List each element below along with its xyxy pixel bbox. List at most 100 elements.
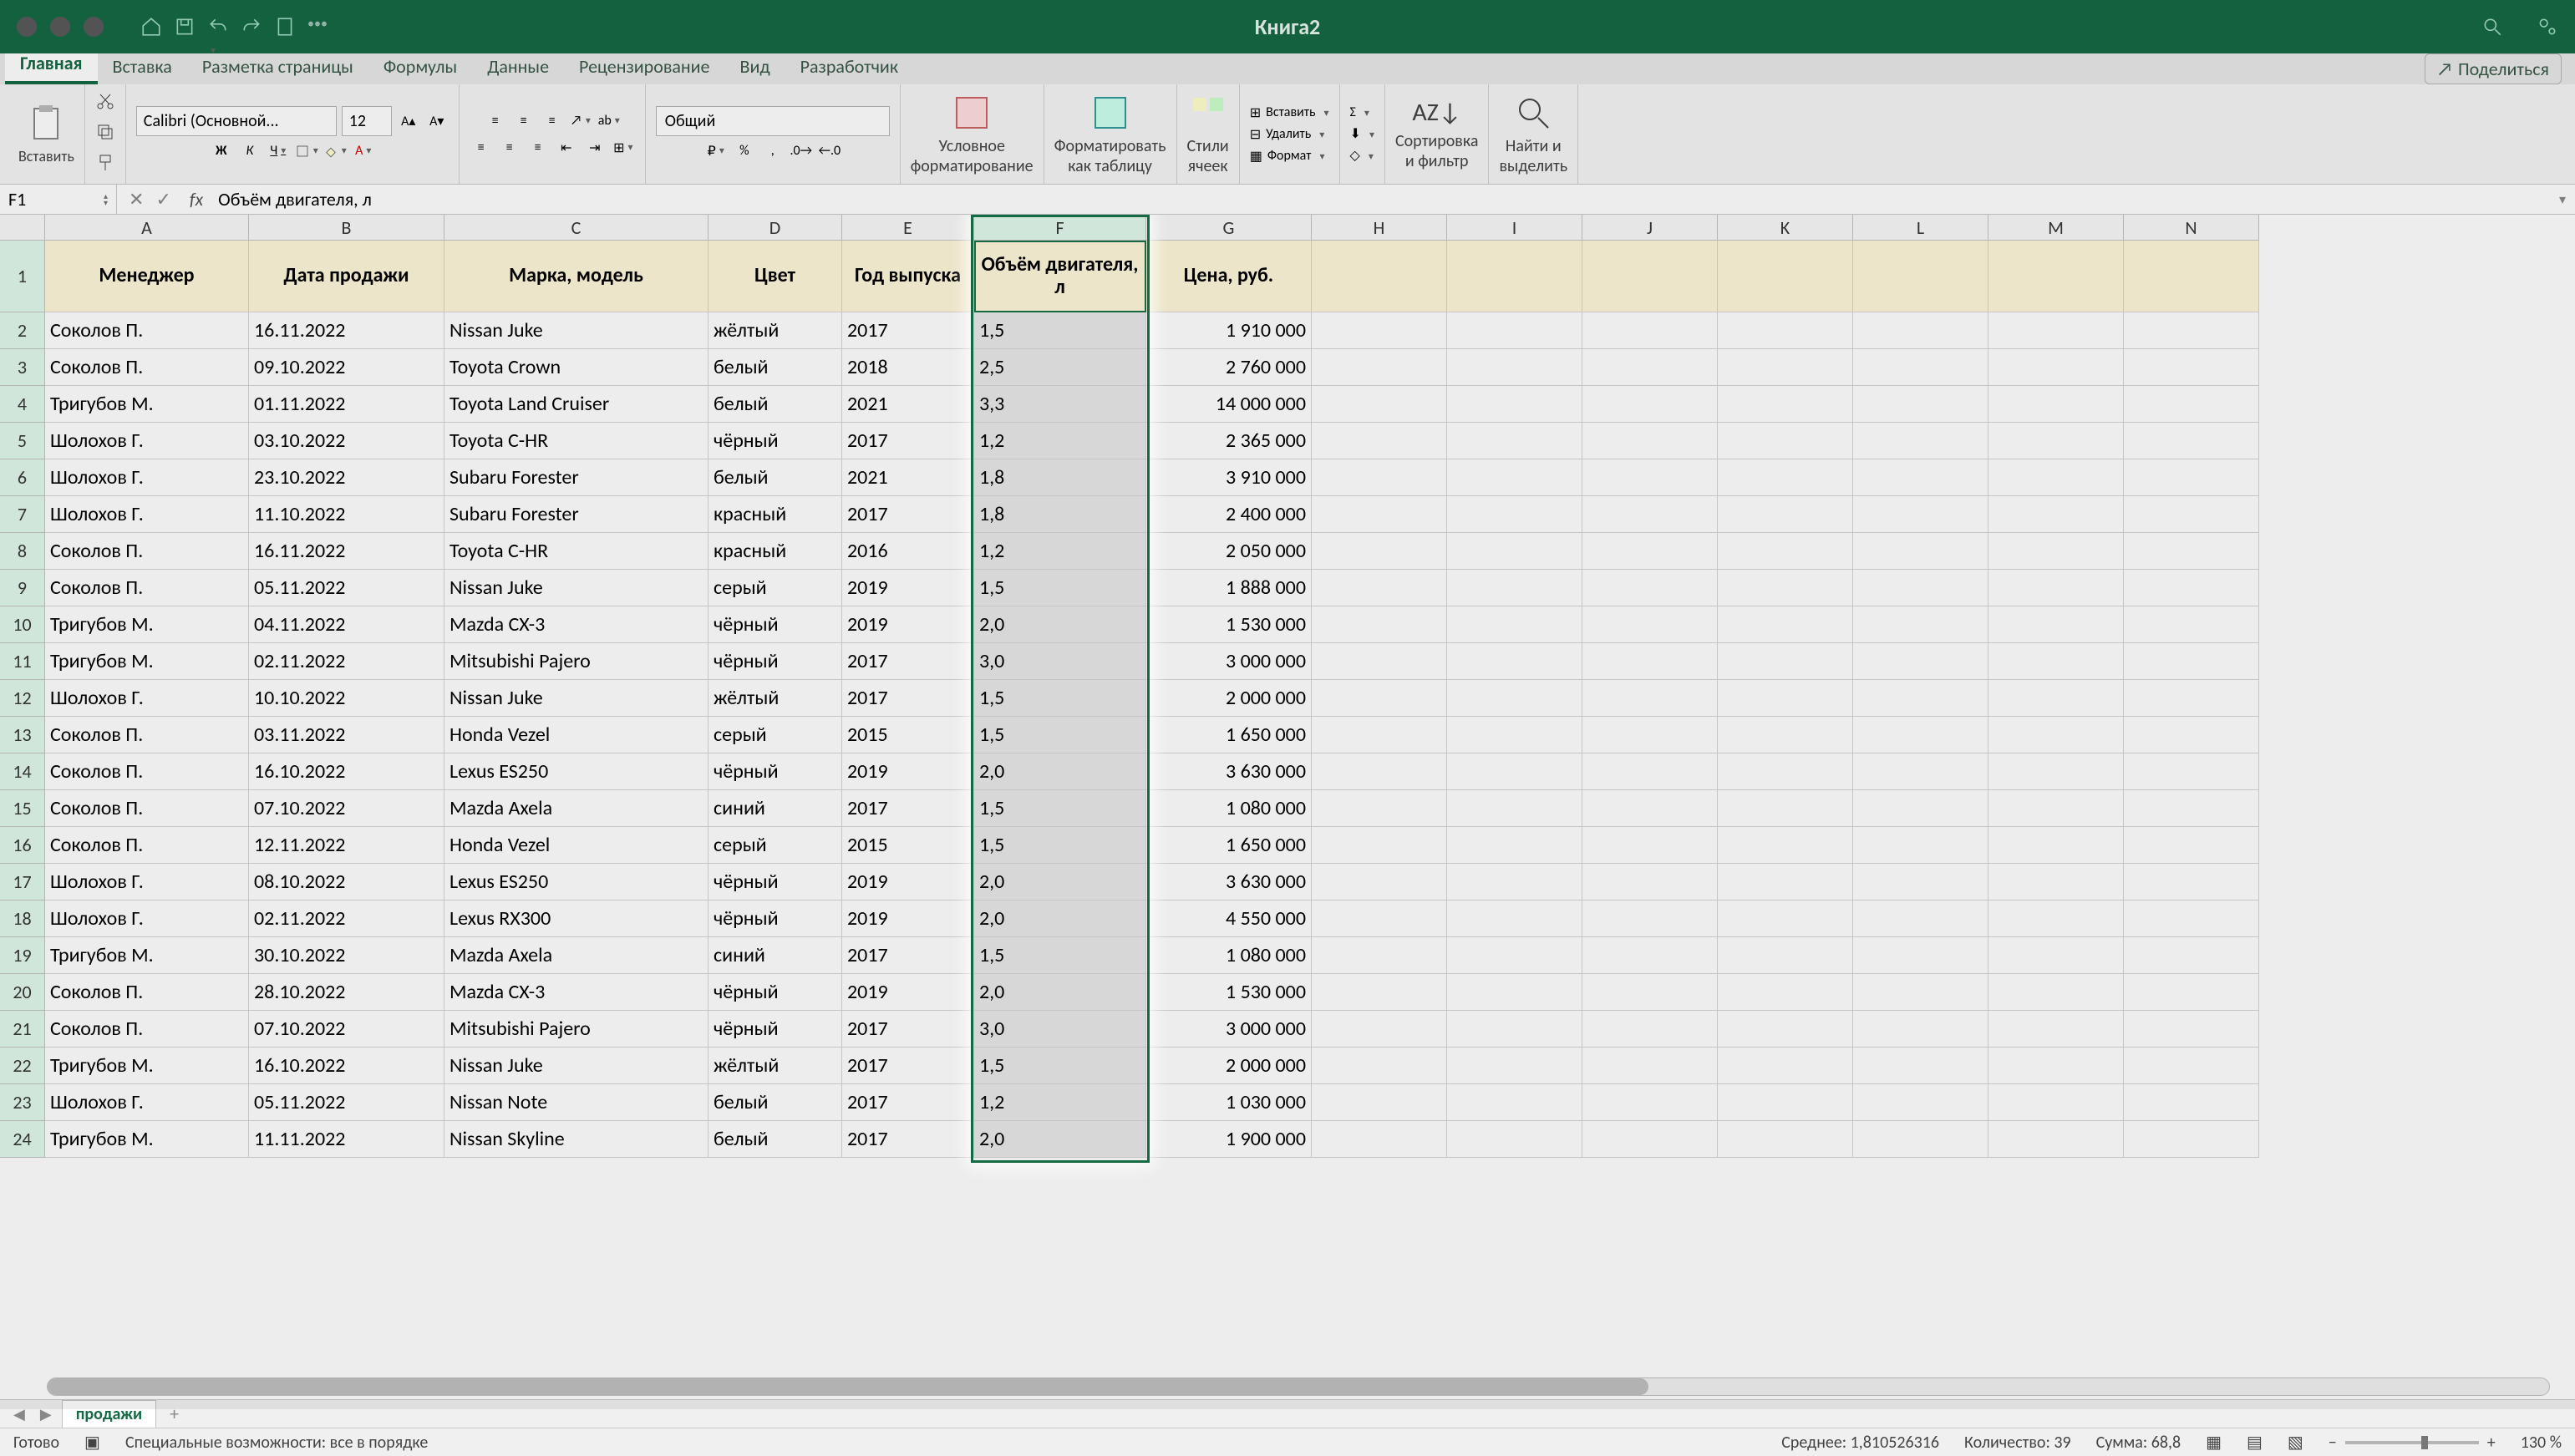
cell[interactable] (1447, 606, 1582, 643)
cell[interactable]: 2,0 (974, 753, 1146, 790)
cell[interactable] (1988, 827, 2124, 864)
copy-icon[interactable] (95, 122, 115, 146)
cell[interactable]: 1 530 000 (1146, 606, 1312, 643)
fill-button[interactable]: ⬇ (1350, 125, 1374, 142)
cell[interactable]: Mitsubishi Pajero (444, 643, 709, 680)
cell[interactable]: жёлтый (709, 1048, 842, 1084)
cell[interactable] (1853, 1121, 1988, 1158)
cell[interactable] (1853, 753, 1988, 790)
cell[interactable]: 3,3 (974, 386, 1146, 423)
cell[interactable] (1447, 349, 1582, 386)
cell[interactable]: 1,2 (974, 1084, 1146, 1121)
cell[interactable] (1582, 386, 1718, 423)
cell[interactable] (1312, 1011, 1447, 1048)
cell[interactable] (1988, 570, 2124, 606)
cell[interactable] (1988, 312, 2124, 349)
cell[interactable]: Honda Vezel (444, 717, 709, 753)
cell[interactable] (1312, 680, 1447, 717)
row-header-16[interactable]: 16 (0, 827, 45, 864)
cell[interactable] (1853, 937, 1988, 974)
cell[interactable] (1447, 1121, 1582, 1158)
cell[interactable] (2124, 790, 2259, 827)
cell[interactable]: Шолохов Г. (45, 1084, 249, 1121)
cell[interactable] (1718, 974, 1853, 1011)
cell[interactable]: Тригубов М. (45, 1048, 249, 1084)
cell[interactable] (1988, 533, 2124, 570)
cell[interactable]: Соколов П. (45, 570, 249, 606)
cell[interactable]: Honda Vezel (444, 827, 709, 864)
cell[interactable]: 02.11.2022 (249, 643, 444, 680)
format-painter-icon[interactable] (95, 153, 115, 177)
minimize-window[interactable] (50, 17, 70, 37)
cell[interactable] (1447, 1084, 1582, 1121)
cell[interactable]: синий (709, 790, 842, 827)
cell[interactable]: 2017 (842, 312, 974, 349)
cell[interactable]: 2017 (842, 790, 974, 827)
row-header-23[interactable]: 23 (0, 1084, 45, 1121)
spreadsheet-grid[interactable]: ABCDEFGHIJKLMN 1234567891011121314151617… (0, 215, 2575, 1399)
cell[interactable] (2124, 643, 2259, 680)
cell[interactable]: 03.10.2022 (249, 423, 444, 459)
cell[interactable] (1853, 900, 1988, 937)
cell[interactable] (1718, 900, 1853, 937)
tab-formulas[interactable]: Формулы (368, 48, 472, 84)
cell[interactable] (1718, 1011, 1853, 1048)
cell[interactable] (1718, 241, 1853, 312)
column-header-D[interactable]: D (709, 215, 842, 241)
cell[interactable] (1447, 900, 1582, 937)
currency-icon[interactable]: ₽ (704, 140, 728, 163)
cell[interactable] (1853, 423, 1988, 459)
row-header-24[interactable]: 24 (0, 1121, 45, 1158)
cell[interactable] (1718, 1048, 1853, 1084)
cell[interactable] (1988, 1121, 2124, 1158)
cell[interactable]: 2019 (842, 900, 974, 937)
cell[interactable]: 2017 (842, 1121, 974, 1158)
cell[interactable] (2124, 423, 2259, 459)
cell[interactable]: Lexus ES250 (444, 753, 709, 790)
cell[interactable] (1988, 1048, 2124, 1084)
column-header-L[interactable]: L (1853, 215, 1988, 241)
cell[interactable]: серый (709, 827, 842, 864)
cell[interactable] (1582, 423, 1718, 459)
cell[interactable] (1447, 790, 1582, 827)
tab-insert[interactable]: Вставка (98, 48, 187, 84)
cell[interactable] (1718, 1084, 1853, 1121)
decrease-decimal-icon[interactable]: ←.0 (818, 140, 841, 163)
cell[interactable] (1853, 643, 1988, 680)
cell[interactable]: 2017 (842, 680, 974, 717)
bold-button[interactable]: Ж (210, 140, 233, 163)
maximize-window[interactable] (84, 17, 104, 37)
cell[interactable]: Цвет (709, 241, 842, 312)
cell[interactable]: 1 030 000 (1146, 1084, 1312, 1121)
cell[interactable]: 02.11.2022 (249, 900, 444, 937)
row-header-14[interactable]: 14 (0, 753, 45, 790)
close-window[interactable] (17, 17, 37, 37)
column-header-H[interactable]: H (1312, 215, 1447, 241)
cell[interactable]: 2019 (842, 753, 974, 790)
cell[interactable] (2124, 241, 2259, 312)
cell[interactable]: 2021 (842, 459, 974, 496)
cell[interactable] (1853, 864, 1988, 900)
home-icon[interactable] (140, 16, 162, 38)
fill-color-button[interactable] (323, 140, 347, 163)
cell[interactable]: Соколов П. (45, 974, 249, 1011)
cell[interactable] (1312, 349, 1447, 386)
cell-styles-button[interactable]: Стили ячеек (1187, 93, 1229, 176)
cell[interactable]: 2019 (842, 974, 974, 1011)
cell[interactable]: 2,0 (974, 864, 1146, 900)
cell[interactable]: 2,5 (974, 349, 1146, 386)
cell[interactable]: чёрный (709, 1011, 842, 1048)
cell[interactable]: 2,0 (974, 974, 1146, 1011)
cell[interactable] (1988, 1084, 2124, 1121)
cell[interactable] (1447, 1048, 1582, 1084)
cell[interactable]: 2021 (842, 386, 974, 423)
cell[interactable]: 1 910 000 (1146, 312, 1312, 349)
format-cells-button[interactable]: ▦Формат (1250, 148, 1325, 165)
cell[interactable]: 12.11.2022 (249, 827, 444, 864)
zoom-slider[interactable]: −+ (2329, 1433, 2496, 1453)
cell[interactable] (1988, 349, 2124, 386)
cell[interactable]: 10.10.2022 (249, 680, 444, 717)
cell[interactable] (1582, 570, 1718, 606)
column-header-K[interactable]: K (1718, 215, 1853, 241)
tab-view[interactable]: Вид (725, 48, 785, 84)
